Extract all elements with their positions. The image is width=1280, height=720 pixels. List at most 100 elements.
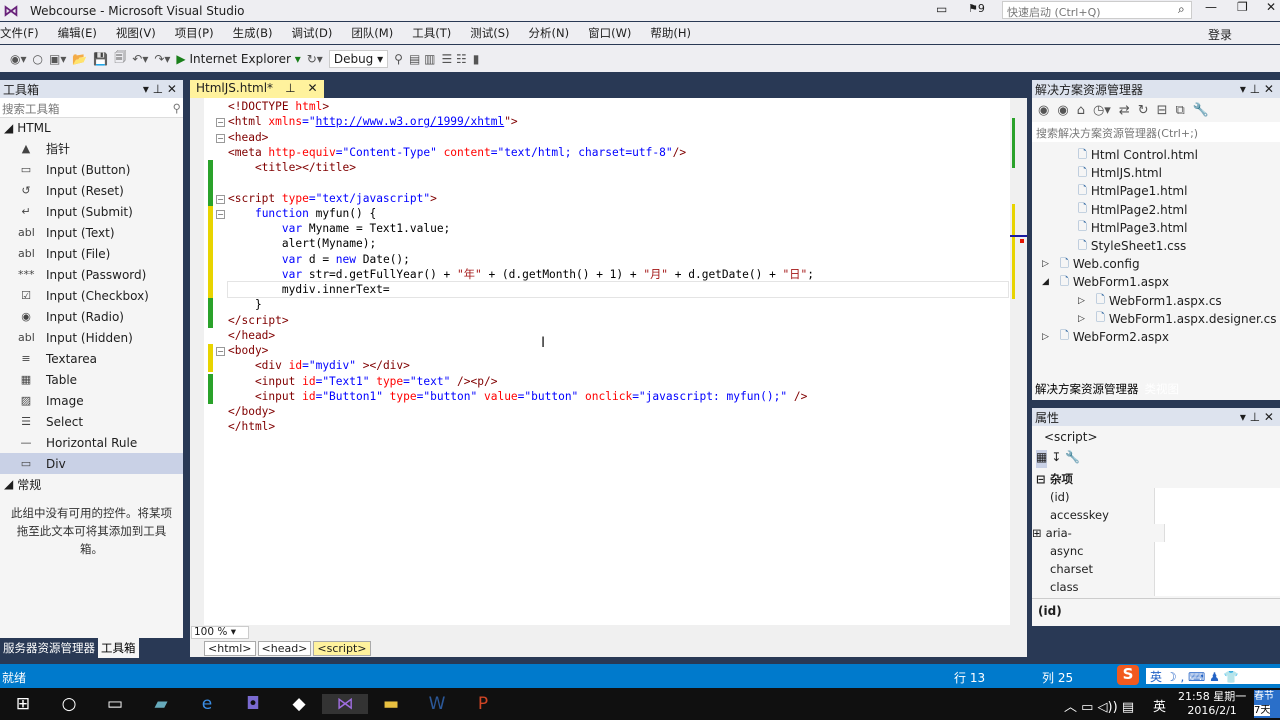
solution-item[interactable]: 🗋 Html Control.html bbox=[1032, 146, 1280, 164]
code-line[interactable]: var str=d.getFullYear() + "年" + (d.getMo… bbox=[228, 267, 1008, 282]
fold-toggle-icon[interactable]: − bbox=[216, 347, 225, 356]
file-explorer-icon[interactable]: ▬ bbox=[368, 694, 414, 714]
solution-item[interactable]: ◢ 🗋 WebForm1.aspx bbox=[1032, 273, 1280, 291]
quick-launch-input[interactable]: 快速启动 (Ctrl+Q) bbox=[1002, 1, 1192, 19]
task-view-icon[interactable]: ▭ bbox=[92, 694, 138, 714]
forward-icon[interactable]: ◉ bbox=[1057, 103, 1068, 118]
code-line[interactable] bbox=[228, 175, 1008, 190]
toolbox-item[interactable]: ☑ Input (Checkbox) bbox=[0, 285, 183, 306]
solution-search-input[interactable]: 搜索解决方案资源管理器(Ctrl+;) bbox=[1032, 122, 1280, 142]
breadcrumb-html[interactable]: <html> bbox=[204, 641, 256, 656]
expander-icon[interactable]: ▷ bbox=[1078, 314, 1096, 324]
refresh-icon[interactable]: ↻ bbox=[1138, 103, 1149, 118]
solution-item[interactable]: 🗋 HtmlJS.html bbox=[1032, 164, 1280, 182]
solution-config-select[interactable]: Debug ▾ bbox=[328, 49, 389, 68]
app-icon[interactable]: ◆ bbox=[276, 694, 322, 714]
code-line[interactable]: <html xmlns="http://www.w3.org/1999/xhtm… bbox=[228, 114, 1008, 129]
home-icon[interactable]: ⌂ bbox=[1077, 103, 1085, 118]
code-line[interactable]: </script> bbox=[228, 313, 1008, 328]
code-line[interactable]: function myfun() { bbox=[228, 206, 1008, 221]
solution-item[interactable]: ▷ 🗋 Web.config bbox=[1032, 255, 1280, 273]
code-lines[interactable]: <!DOCTYPE html> <html xmlns="http://www.w… bbox=[227, 99, 1009, 435]
tab-solution-explorer[interactable]: 解决方案资源管理器 bbox=[1032, 380, 1142, 398]
toolbox-item[interactable]: ☰ Select bbox=[0, 411, 183, 432]
redo-icon[interactable]: ↷▾ bbox=[154, 52, 170, 66]
properties-icon[interactable]: 🔧 bbox=[1193, 103, 1209, 118]
code-line[interactable]: <title></title> bbox=[228, 160, 1008, 175]
close-button[interactable]: ✕ bbox=[1266, 0, 1276, 14]
sogou-ime-icon[interactable]: S bbox=[1117, 665, 1139, 685]
back-icon[interactable]: ◉▾ bbox=[10, 52, 27, 66]
app-icon[interactable]: ▰ bbox=[138, 694, 184, 714]
toolbox-item[interactable]: *** Input (Password) bbox=[0, 264, 183, 285]
toolbox-item[interactable]: ↵ Input (Submit) bbox=[0, 201, 183, 222]
menu-item[interactable]: 项目(P) bbox=[175, 25, 214, 41]
properties-object-select[interactable]: <script> bbox=[1032, 426, 1280, 448]
code-line[interactable]: alert(Myname); bbox=[228, 236, 1008, 251]
fold-toggle-icon[interactable]: − bbox=[216, 209, 225, 219]
new-project-icon[interactable]: ▣▾ bbox=[49, 52, 66, 66]
start-debug-button[interactable]: ▶ Internet Explorer ▾ bbox=[176, 52, 300, 66]
toolbox-item[interactable]: ▲ 指针 bbox=[0, 138, 183, 159]
solution-item[interactable]: ▷ 🗋 WebForm1.aspx.cs bbox=[1032, 292, 1280, 310]
start-icon[interactable]: ⊞ bbox=[0, 694, 46, 714]
toolbox-search-input[interactable]: 搜索工具箱 ⚲ bbox=[0, 98, 183, 118]
solution-item[interactable]: 🗋 StyleSheet1.css bbox=[1032, 237, 1280, 255]
restore-button[interactable]: ❐ bbox=[1237, 0, 1248, 14]
solution-item[interactable]: ▷ 🗋 WebForm2.aspx bbox=[1032, 328, 1280, 346]
code-line[interactable]: </head> bbox=[228, 328, 1008, 343]
toolbox-group-html[interactable]: ◢ HTML bbox=[0, 118, 183, 138]
solution-item[interactable]: ▷ 🗋 WebForm1.aspx.designer.cs bbox=[1032, 310, 1280, 328]
collapse-icon[interactable]: ⊟ bbox=[1157, 103, 1168, 118]
menu-item[interactable]: 分析(N) bbox=[529, 25, 570, 41]
edge-icon[interactable]: e bbox=[184, 694, 230, 714]
expander-icon[interactable]: ▷ bbox=[1042, 259, 1060, 269]
solution-item[interactable]: 🗋 HtmlPage1.html bbox=[1032, 182, 1280, 200]
expand-icon[interactable]: ⊞ bbox=[1032, 526, 1042, 540]
expander-icon[interactable]: ◢ bbox=[1042, 277, 1060, 287]
menu-item[interactable]: 团队(M) bbox=[351, 25, 393, 41]
code-line[interactable]: <meta http-equiv="Content-Type" content=… bbox=[228, 145, 1008, 160]
tab-htmljs[interactable]: HtmlJS.html* ⊥ ✕ bbox=[190, 80, 324, 98]
property-row[interactable]: ⊞ aria- bbox=[1032, 524, 1280, 542]
find-icon[interactable]: ⚲ bbox=[394, 52, 403, 66]
fold-toggle-icon[interactable]: − bbox=[216, 194, 225, 204]
forward-icon[interactable]: ○ bbox=[33, 52, 43, 66]
menu-item[interactable]: 工具(T) bbox=[412, 25, 451, 41]
code-line[interactable]: <!DOCTYPE html> bbox=[228, 99, 1008, 114]
code-line[interactable]: mydiv.innerText= bbox=[227, 280, 1009, 299]
breadcrumb-head[interactable]: <head> bbox=[257, 641, 312, 656]
property-value[interactable] bbox=[1154, 542, 1280, 560]
categorized-icon[interactable]: ▦ bbox=[1036, 450, 1048, 468]
code-line[interactable]: <head> bbox=[228, 130, 1008, 145]
open-icon[interactable]: 📂 bbox=[72, 52, 87, 66]
bookmark-icon[interactable]: ▮ bbox=[473, 52, 480, 66]
property-row[interactable]: (id) bbox=[1032, 488, 1280, 506]
horizontal-scrollbar[interactable] bbox=[190, 625, 1027, 640]
save-icon[interactable]: 💾 bbox=[93, 52, 108, 66]
toolbox-item[interactable]: — Horizontal Rule bbox=[0, 432, 183, 453]
login-link[interactable]: 登录 bbox=[1208, 26, 1232, 43]
toolbox-item[interactable]: ↺ Input (Reset) bbox=[0, 180, 183, 201]
property-value[interactable] bbox=[1154, 506, 1280, 524]
menu-item[interactable]: 视图(V) bbox=[116, 25, 156, 41]
tab-toolbox[interactable]: 工具箱 bbox=[98, 638, 139, 658]
property-row[interactable]: charset bbox=[1032, 560, 1280, 578]
toolbox-item[interactable]: ▦ Table bbox=[0, 369, 183, 390]
undo-icon[interactable]: ↶▾ bbox=[132, 52, 148, 66]
solution-item[interactable]: 🗋 HtmlPage2.html bbox=[1032, 201, 1280, 219]
feedback-icon[interactable]: ▭ bbox=[936, 2, 947, 16]
property-row[interactable]: async bbox=[1032, 542, 1280, 560]
expander-icon[interactable]: ▷ bbox=[1078, 296, 1096, 306]
property-row[interactable]: class bbox=[1032, 578, 1280, 596]
format-icon[interactable]: ▤ ▥ bbox=[409, 52, 436, 66]
code-line[interactable]: <input id="Button1" type="button" value=… bbox=[228, 389, 1008, 404]
word-icon[interactable]: W bbox=[414, 694, 460, 714]
fold-toggle-icon[interactable]: − bbox=[216, 118, 225, 128]
alphabetical-icon[interactable]: ↧ bbox=[1051, 450, 1061, 468]
toolbox-item[interactable]: abl Input (Hidden) bbox=[0, 327, 183, 348]
toolbox-item[interactable]: ▨ Image bbox=[0, 390, 183, 411]
code-line[interactable]: } bbox=[228, 297, 1008, 312]
tray-ime[interactable]: 英 bbox=[1153, 696, 1166, 715]
tab-class-view[interactable]: 类视图 bbox=[1142, 380, 1183, 398]
